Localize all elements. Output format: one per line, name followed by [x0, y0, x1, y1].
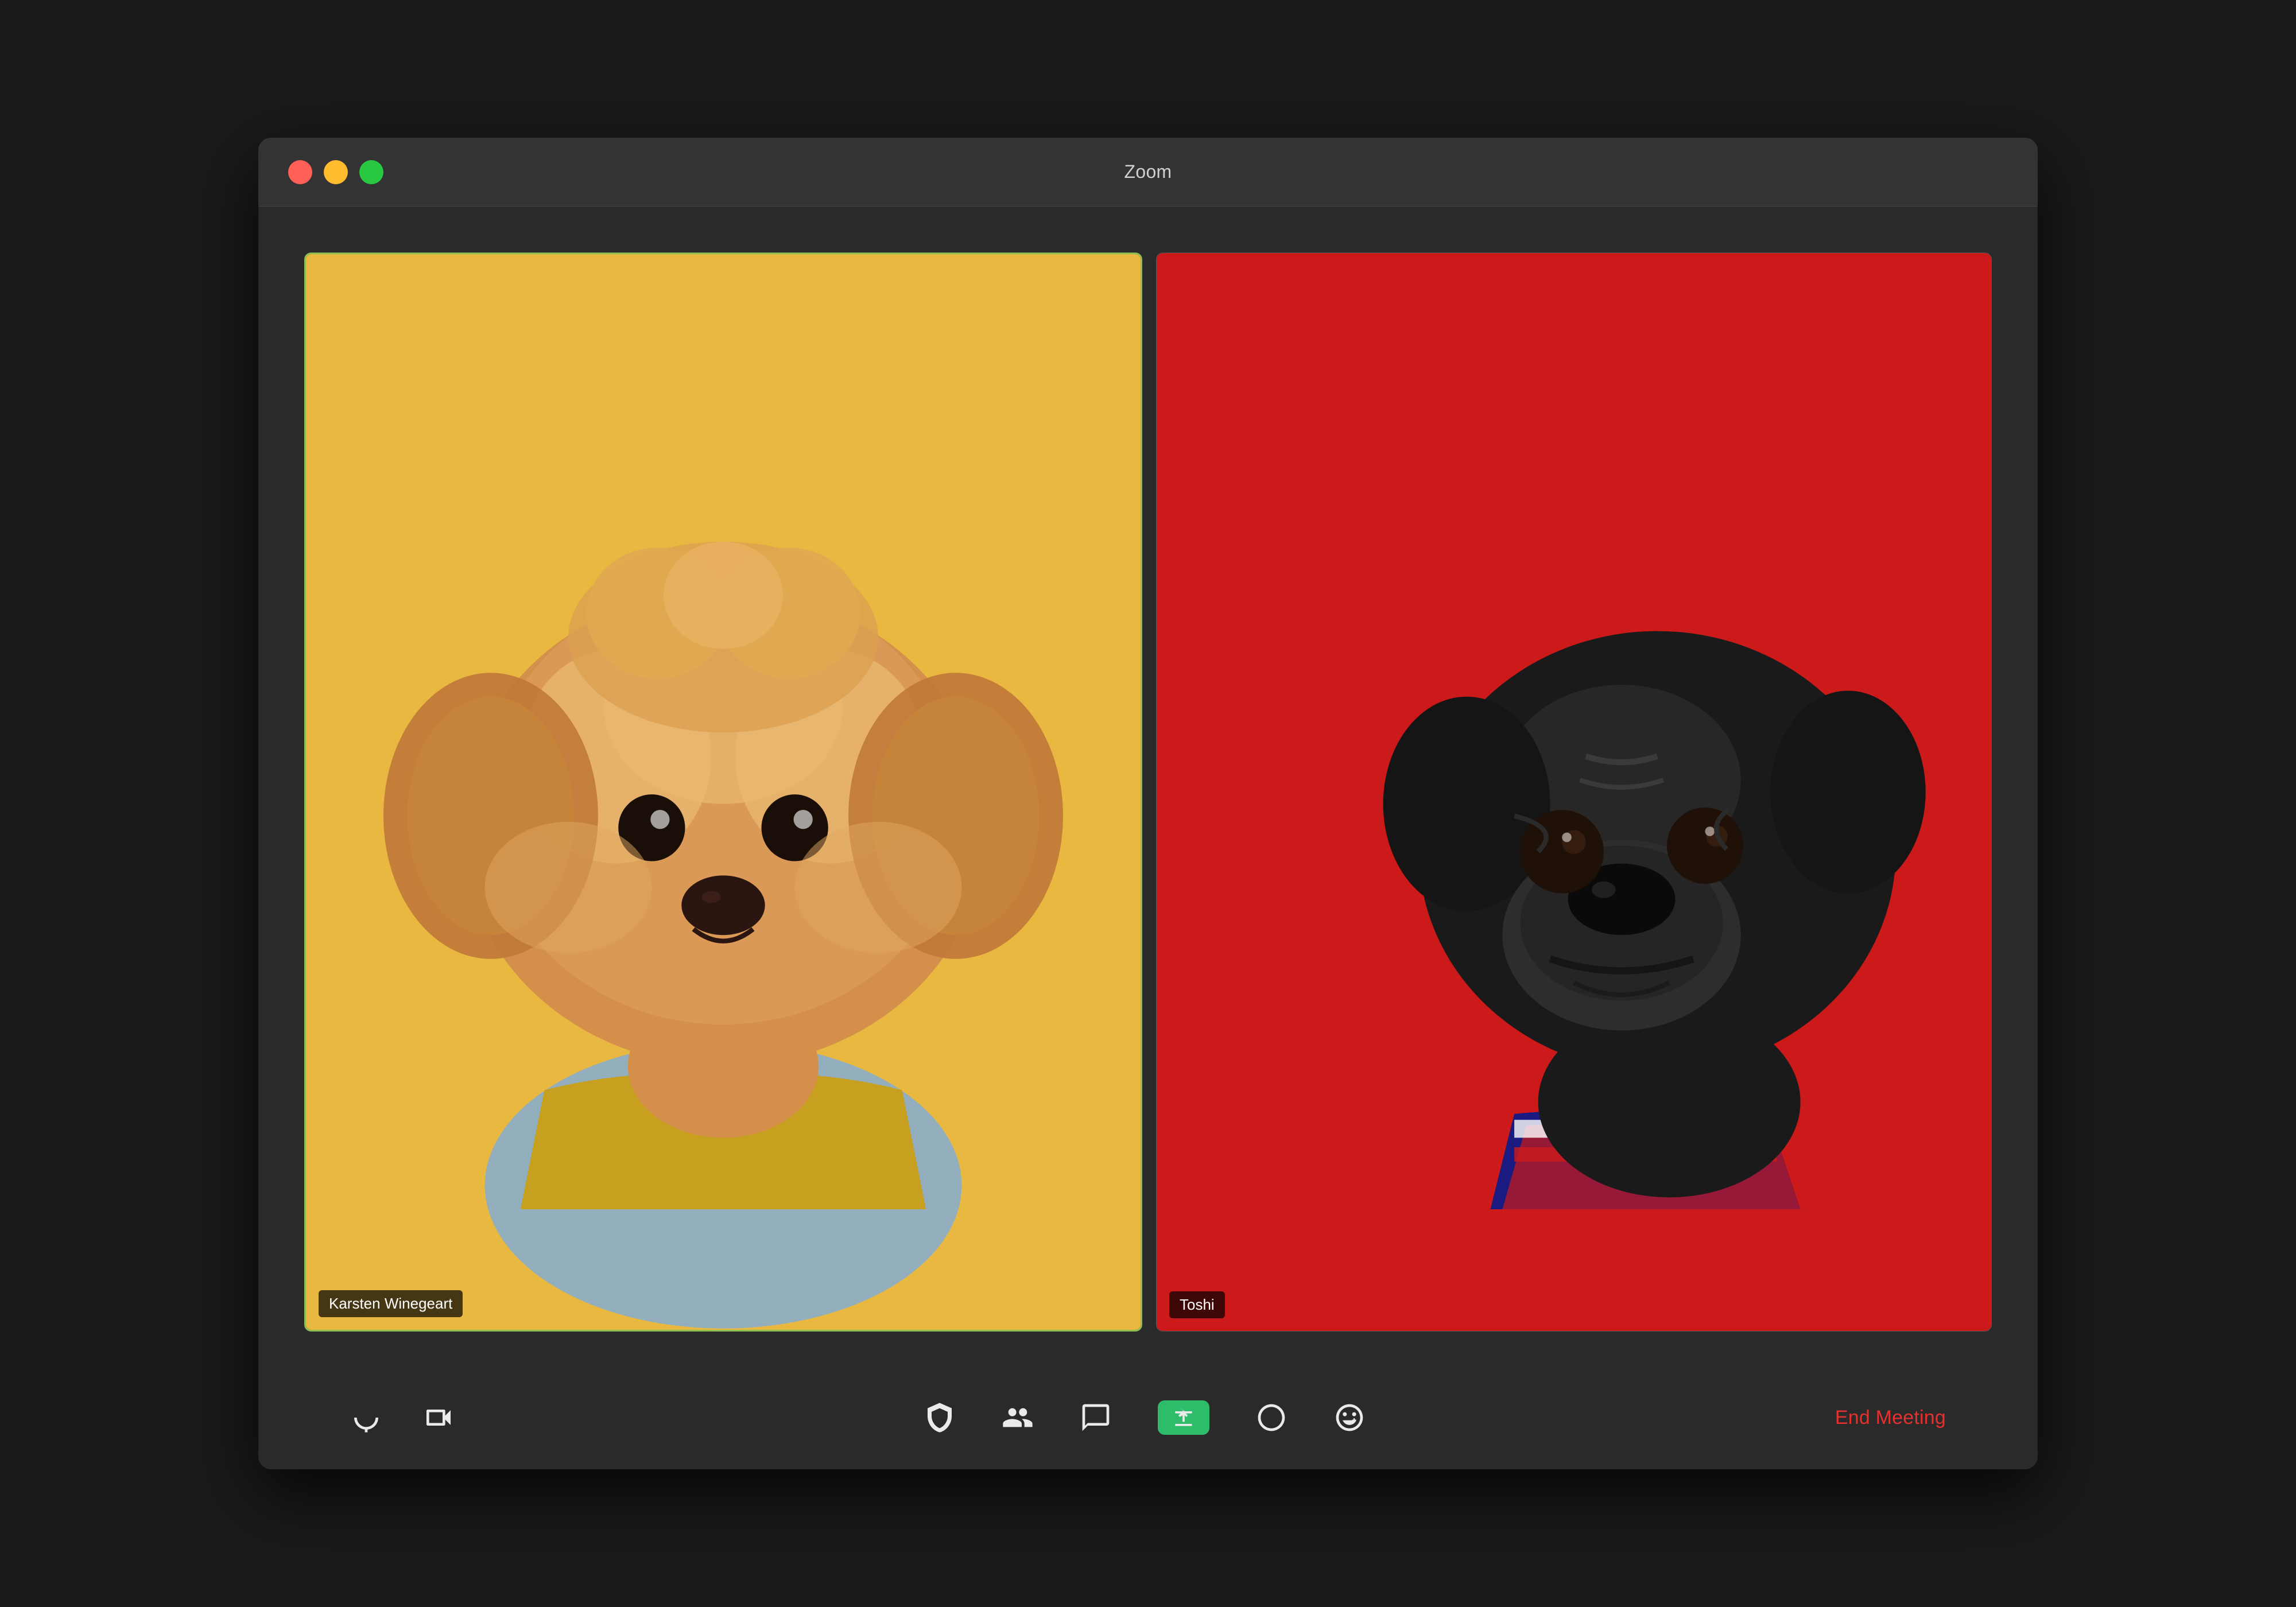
people-icon	[1002, 1402, 1034, 1434]
participants-button[interactable]	[1002, 1402, 1034, 1434]
video-panel-right: Toshi	[1156, 253, 1992, 1332]
share-screen-bg	[1158, 1400, 1209, 1435]
close-button[interactable]	[288, 160, 312, 184]
end-meeting-button[interactable]: End Meeting	[1835, 1407, 1946, 1429]
toolbar-left-buttons	[350, 1402, 455, 1434]
video-button[interactable]	[422, 1402, 455, 1434]
security-button[interactable]	[924, 1402, 956, 1434]
video-bg-toshi: Toshi	[1157, 253, 1991, 1331]
reactions-icon	[1255, 1402, 1287, 1434]
chat-button[interactable]	[1080, 1402, 1112, 1434]
video-area: Karsten Winegeart	[304, 253, 1992, 1332]
share-screen-icon	[1171, 1405, 1196, 1430]
microphone-icon	[350, 1402, 382, 1434]
main-content: Karsten Winegeart	[258, 207, 2038, 1469]
zoom-window: Zoom	[258, 138, 2038, 1469]
apps-button[interactable]	[1333, 1402, 1366, 1434]
titlebar: Zoom	[258, 138, 2038, 207]
participant-name-right: Toshi	[1169, 1291, 1225, 1318]
participant-name-left: Karsten Winegeart	[319, 1290, 463, 1317]
dog-toshi-illustration	[1157, 253, 1991, 1331]
reactions-button[interactable]	[1255, 1402, 1287, 1434]
share-screen-button[interactable]	[1158, 1400, 1209, 1435]
apps-icon	[1333, 1402, 1366, 1434]
toolbar-center-buttons	[455, 1400, 1835, 1435]
maximize-button[interactable]	[359, 160, 383, 184]
toolbar-right: End Meeting	[1835, 1407, 1946, 1429]
mute-button[interactable]	[350, 1402, 382, 1434]
shield-icon	[924, 1402, 956, 1434]
chat-icon	[1080, 1402, 1112, 1434]
traffic-lights	[288, 160, 383, 184]
minimize-button[interactable]	[324, 160, 348, 184]
camera-icon	[422, 1402, 455, 1434]
video-bg-karsten: Karsten Winegeart	[306, 254, 1141, 1330]
video-panel-left: Karsten Winegeart	[304, 253, 1142, 1332]
dog-karsten-illustration	[306, 254, 1141, 1330]
window-title: Zoom	[1124, 161, 1172, 183]
toolbar: End Meeting	[304, 1366, 1992, 1469]
